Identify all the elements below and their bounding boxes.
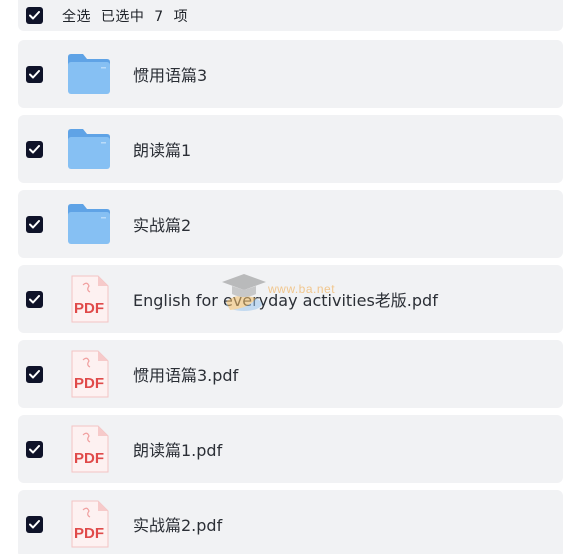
file-name[interactable]: 朗读篇1	[133, 137, 191, 161]
row-checkbox[interactable]	[26, 141, 43, 158]
checkmark-icon	[29, 70, 40, 79]
checkmark-icon	[29, 11, 40, 20]
checkmark-icon	[29, 445, 40, 454]
row-checkbox[interactable]	[26, 291, 43, 308]
row-checkbox[interactable]	[26, 66, 43, 83]
list-item[interactable]: 实战篇2	[18, 190, 563, 258]
file-name[interactable]: 惯用语篇3	[133, 62, 207, 86]
list-item[interactable]: PDF 朗读篇1.pdf	[18, 415, 563, 483]
pdf-file-icon: PDF	[65, 350, 113, 398]
list-item[interactable]: PDF 实战篇2.pdf	[18, 490, 563, 554]
list-item[interactable]: PDF English for everyday activities老版.pd…	[18, 265, 563, 333]
file-name[interactable]: 惯用语篇3.pdf	[133, 362, 238, 386]
pdf-file-icon: PDF	[65, 275, 113, 323]
file-selection-page: 全选 已选中 7 项 惯用语篇3 朗读篇1 实战篇2 PDF English f…	[0, 0, 563, 554]
row-checkbox[interactable]	[26, 441, 43, 458]
list-item[interactable]: PDF 惯用语篇3.pdf	[18, 340, 563, 408]
folder-icon	[65, 50, 113, 98]
selection-summary: 全选 已选中 7 项	[62, 8, 189, 25]
svg-text:PDF: PDF	[74, 450, 104, 467]
file-name[interactable]: 实战篇2	[133, 212, 191, 236]
row-checkbox[interactable]	[26, 216, 43, 233]
pdf-file-icon: PDF	[65, 500, 113, 548]
select-all-bar: 全选 已选中 7 项	[18, 0, 563, 31]
checkmark-icon	[29, 220, 40, 229]
list-item[interactable]: 惯用语篇3	[18, 40, 563, 108]
pdf-file-icon: PDF	[65, 425, 113, 473]
list-item[interactable]: 朗读篇1	[18, 115, 563, 183]
folder-icon	[65, 200, 113, 248]
file-name[interactable]: English for everyday activities老版.pdf	[133, 287, 438, 311]
row-checkbox[interactable]	[26, 516, 43, 533]
svg-text:PDF: PDF	[74, 300, 104, 317]
checkmark-icon	[29, 295, 40, 304]
select-all-checkbox[interactable]	[26, 7, 43, 24]
svg-text:PDF: PDF	[74, 525, 104, 542]
checkmark-icon	[29, 145, 40, 154]
checkmark-icon	[29, 370, 40, 379]
file-name[interactable]: 实战篇2.pdf	[133, 512, 222, 536]
checkmark-icon	[29, 520, 40, 529]
svg-text:PDF: PDF	[74, 375, 104, 392]
row-checkbox[interactable]	[26, 366, 43, 383]
folder-icon	[65, 125, 113, 173]
file-name[interactable]: 朗读篇1.pdf	[133, 437, 222, 461]
